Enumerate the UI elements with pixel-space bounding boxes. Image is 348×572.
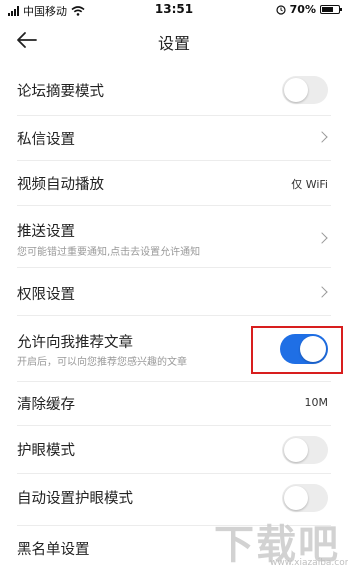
setting-label: 私信设置 [17,132,75,148]
highlight-box [251,326,343,374]
page-title: 设置 [157,34,190,53]
setting-label: 清除缓存 [17,397,75,413]
setting-private-message[interactable]: 私信设置 [0,116,348,161]
setting-push[interactable]: 推送设置 您可能错过重要通知,点击去设置允许通知 [0,206,348,268]
setting-label: 论坛摘要模式 [17,84,104,100]
setting-value: 仅 WiFi [291,178,328,191]
auto-eye-care-toggle[interactable] [282,484,328,512]
chevron-right-icon [316,286,328,298]
toggle-knob [284,78,308,102]
setting-eye-care: 护眼模式 [0,426,348,474]
setting-forum-summary: 论坛摘要模式 [0,66,348,116]
toggle-knob [284,438,308,462]
setting-auto-eye-care: 自动设置护眼模式 [0,474,348,526]
battery-icon [320,5,342,14]
navigation-bar: 设置 [0,20,348,62]
setting-label: 自动设置护眼模式 [17,491,133,507]
setting-label: 允许向我推荐文章 [17,335,133,351]
forum-summary-toggle[interactable] [282,76,328,104]
setting-label: 权限设置 [17,287,75,303]
chevron-right-icon [316,131,328,143]
setting-label: 护眼模式 [17,443,75,459]
setting-value: 10M [304,396,329,409]
setting-label: 视频自动播放 [17,177,104,193]
setting-permissions[interactable]: 权限设置 [0,268,348,316]
setting-blacklist[interactable]: 黑名单设置 [0,526,348,572]
status-right: 70% [276,3,342,16]
setting-subtitle: 您可能错过重要通知,点击去设置允许通知 [17,247,201,258]
setting-label: 推送设置 [17,224,75,240]
setting-label: 黑名单设置 [17,542,90,558]
chevron-right-icon [316,232,328,244]
setting-video-autoplay[interactable]: 视频自动播放 仅 WiFi [0,161,348,206]
setting-subtitle: 开启后，可以向您推荐您感兴趣的文章 [17,357,187,368]
status-bar: 中国移动 13:51 70% [0,0,348,20]
eye-care-toggle[interactable] [282,436,328,464]
setting-clear-cache[interactable]: 清除缓存 10M [0,382,348,426]
toggle-knob [284,486,308,510]
alarm-icon [276,4,286,15]
battery-percent: 70% [289,3,316,16]
